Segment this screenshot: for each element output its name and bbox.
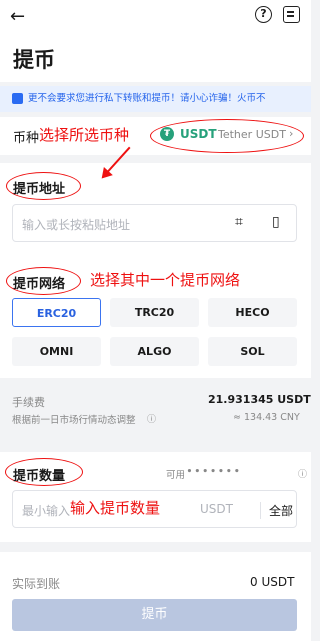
scan-icon[interactable]: ⌗: [235, 214, 243, 230]
network-option-heco[interactable]: HECO: [208, 298, 297, 327]
coin-name: Tether USDT: [218, 128, 286, 141]
info-icon[interactable]: ⓘ: [298, 467, 307, 480]
tether-icon: ₮: [160, 127, 174, 141]
network-option-sol[interactable]: SOL: [208, 337, 297, 366]
page-title: 提币: [13, 48, 55, 72]
back-arrow-icon[interactable]: ←: [10, 6, 25, 27]
notice-text: 更不会要求您进行私下转账和提币！请小心诈骗！火币不: [28, 93, 266, 104]
amount-annotation: 输入提币数量: [70, 499, 161, 517]
network-option-trc20[interactable]: TRC20: [110, 298, 199, 327]
coin-symbol: USDT: [180, 127, 217, 141]
info-icon[interactable]: ⓘ: [147, 412, 156, 425]
fee-value: 21.931345 USDT: [208, 393, 311, 406]
network-annotation: 选择其中一个提币网络: [90, 271, 241, 289]
amount-label: 提币数量: [13, 469, 66, 484]
address-placeholder: 输入或长按粘贴地址: [22, 218, 131, 232]
address-label: 提币地址: [13, 182, 66, 197]
record-icon[interactable]: [283, 6, 300, 23]
chevron-right-icon: ›: [289, 127, 294, 140]
network-label: 提币网络: [13, 277, 66, 292]
fee-converted: ≈ 134.43 CNY: [233, 412, 300, 423]
notice-banner: 更不会要求您进行私下转账和提币！请小心诈骗！火币不: [0, 86, 311, 112]
coin-label: 币种: [13, 131, 40, 146]
coin-annotation: 选择所选币种: [39, 126, 130, 144]
top-bar: ← ?: [0, 0, 311, 34]
all-button[interactable]: 全部: [260, 502, 293, 519]
submit-button[interactable]: 提币: [12, 599, 297, 631]
amount-placeholder: 最小输入: [22, 504, 71, 518]
received-value: 0 USDT: [250, 575, 295, 589]
amount-unit: USDT: [200, 502, 233, 516]
help-icon[interactable]: ?: [255, 6, 272, 23]
fee-label: 手续费: [12, 396, 45, 409]
available-label: 可用: [166, 470, 186, 481]
network-option-omni[interactable]: OMNI: [12, 337, 101, 366]
fee-note: 根据前一日市场行情动态调整: [12, 415, 136, 426]
notice-icon: [12, 93, 23, 104]
network-option-erc20[interactable]: ERC20: [12, 298, 101, 327]
network-option-algo[interactable]: ALGO: [110, 337, 199, 366]
address-book-icon[interactable]: ▯: [272, 214, 280, 230]
available-value-hidden: ∙∙∙∙∙∙∙: [186, 464, 242, 477]
received-label: 实际到账: [12, 577, 61, 591]
